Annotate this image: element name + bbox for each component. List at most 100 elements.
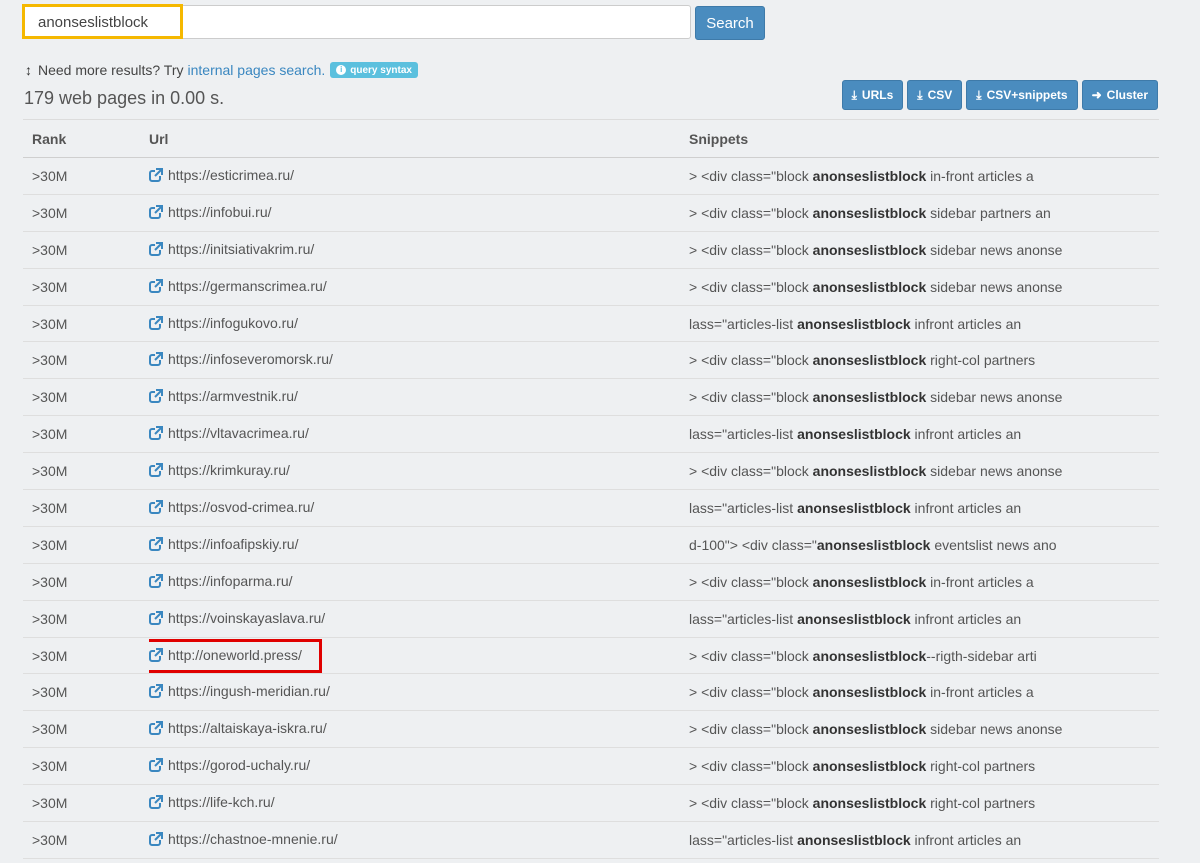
snippet-match: anonseslistblock <box>797 499 911 516</box>
external-link-icon <box>149 831 163 846</box>
rank-cell: >30M <box>23 784 149 823</box>
snippet-suffix: infront articles an <box>910 610 1022 627</box>
rank-cell: >30M <box>23 378 149 417</box>
snippet-match: anonseslistblock <box>812 795 927 812</box>
url-wrapper: https://germanscrimea.ru/ <box>149 278 327 294</box>
url-cell: https://esticrimea.ru/ <box>149 157 689 195</box>
snippet-cell: lass="articles-list anonseslistblock inf… <box>689 600 1159 638</box>
result-url-link[interactable]: https://ingush-meridian.ru/ <box>168 683 330 699</box>
result-url-link[interactable]: http://oneworld.press/ <box>168 647 302 663</box>
cluster-label: Cluster <box>1106 88 1148 102</box>
result-url-link[interactable]: https://chastnoe-mnenie.ru/ <box>168 831 338 847</box>
external-link-icon <box>149 389 163 404</box>
snippet-cell: > <div class="block anonseslistblock rig… <box>689 747 1159 786</box>
query-syntax-badge[interactable]: i query syntax <box>330 62 418 78</box>
snippet-match: anonseslistblock <box>812 573 927 590</box>
rank-cell: >30M <box>23 710 149 749</box>
download-icon: ⤓ <box>976 87 982 102</box>
snippet-match: anonseslistblock <box>797 610 911 627</box>
url-cell: https://vltavacrimea.ru/ <box>149 415 689 454</box>
result-url-link[interactable]: https://esticrimea.ru/ <box>168 167 294 183</box>
snippet-prefix: > <div class="block <box>689 463 813 480</box>
result-url-link[interactable]: https://osvod-crimea.ru/ <box>168 499 314 515</box>
snippet-cell: d-100"> <div class="anonseslistblock eve… <box>689 526 1159 564</box>
result-url-link[interactable]: https://altaiskaya-iskra.ru/ <box>168 720 327 736</box>
url-cell: https://gorod-uchaly.ru/ <box>149 747 689 786</box>
table-row: >30M https://gorod-uchaly.ru/ > <div class… <box>23 747 1159 786</box>
export-toolbar: ⤓ URLs ⤓ CSV ⤓ CSV+snippets ➜ Cluster <box>841 80 1158 110</box>
snippet-match: anonseslistblock <box>812 647 927 664</box>
snippet-suffix: right-col partners <box>926 352 1036 369</box>
rank-cell: >30M <box>23 452 149 491</box>
table-header-row: Rank Url Snippets <box>23 119 1159 158</box>
export-csv-label: CSV <box>927 88 953 102</box>
external-link-icon <box>149 426 163 441</box>
rank-cell: >30M <box>23 600 149 638</box>
result-url-link[interactable]: https://infoafipskiy.ru/ <box>168 536 298 552</box>
snippet-prefix: > <div class="block <box>689 795 813 812</box>
rank-cell: >30M <box>23 415 149 454</box>
result-url-link[interactable]: https://infobui.ru/ <box>168 204 272 220</box>
result-url-link[interactable]: https://infoparma.ru/ <box>168 573 293 589</box>
external-link-icon <box>149 721 163 736</box>
url-cell: http://oneworld.press/ <box>149 637 689 675</box>
result-url-link[interactable]: https://armvestnik.ru/ <box>168 388 298 404</box>
result-url-link[interactable]: https://krimkuray.ru/ <box>168 462 290 478</box>
snippet-prefix: > <div class="block <box>689 647 813 664</box>
snippets-column-header[interactable]: Snippets <box>689 119 1159 158</box>
table-row: >30M https://infoparma.ru/ > <div class="b… <box>23 563 1159 601</box>
search-button[interactable]: Search <box>695 6 765 40</box>
result-url-link[interactable]: https://infoseveromorsk.ru/ <box>168 351 333 367</box>
rank-column-header[interactable]: Rank <box>23 119 149 158</box>
result-url-link[interactable]: https://voinskayaslava.ru/ <box>168 610 325 626</box>
snippet-match: anonseslistblock <box>797 426 911 443</box>
external-link-icon <box>149 499 163 514</box>
external-link-icon <box>149 758 163 773</box>
rank-cell: >30M <box>23 305 149 343</box>
hint-text: Need more results? Try <box>38 62 184 78</box>
url-wrapper: https://vltavacrimea.ru/ <box>149 425 309 441</box>
rank-cell: >30M <box>23 268 149 306</box>
table-row: >30M https://altaiskaya-iskra.ru/ > <div c… <box>23 710 1159 749</box>
result-count: 179 web pages in 0.00 s. <box>24 88 225 108</box>
rank-cell: >30M <box>23 821 149 859</box>
snippet-suffix: sidebar partners an <box>926 204 1051 221</box>
search-input[interactable] <box>24 6 690 38</box>
snippet-suffix: eventslist news ano <box>930 536 1057 553</box>
snippet-match: anonseslistblock <box>812 204 927 221</box>
snippet-prefix: > <div class="block <box>689 204 813 221</box>
more-results-hint: ↕ Need more results? Try internal pages … <box>25 62 418 78</box>
snippet-match: anonseslistblock <box>812 167 927 184</box>
snippet-match: anonseslistblock <box>812 758 927 775</box>
external-link-icon <box>149 463 163 478</box>
result-url-link[interactable]: https://gorod-uchaly.ru/ <box>168 757 310 773</box>
internal-pages-search-link[interactable]: internal pages search. <box>188 62 326 78</box>
url-column-header[interactable]: Url <box>149 119 689 158</box>
export-csv-snippets-button[interactable]: ⤓ CSV+snippets <box>966 80 1078 110</box>
result-url-link[interactable]: https://initsiativakrim.ru/ <box>168 241 314 257</box>
snippet-suffix: in-front articles a <box>926 684 1034 701</box>
result-url-link[interactable]: https://infogukovo.ru/ <box>168 315 298 331</box>
snippet-prefix: > <div class="block <box>689 389 813 406</box>
url-cell: https://altaiskaya-iskra.ru/ <box>149 710 689 749</box>
download-icon: ⤓ <box>917 87 923 102</box>
table-row: >30M http://oneworld.press/ > <div class="… <box>23 637 1159 675</box>
table-row: >30M https://voinskayaslava.ru/lass="arti… <box>23 600 1159 638</box>
result-url-link[interactable]: https://vltavacrimea.ru/ <box>168 425 309 441</box>
snippet-match: anonseslistblock <box>812 684 927 701</box>
url-cell: https://life-kch.ru/ <box>149 784 689 823</box>
snippet-suffix: infront articles an <box>910 499 1022 516</box>
external-link-icon <box>149 536 163 551</box>
table-row: >30M https://armvestnik.ru/ > <div class="… <box>23 378 1159 417</box>
snippet-cell: > <div class="block anonseslistblock sid… <box>689 231 1159 269</box>
export-urls-button[interactable]: ⤓ URLs <box>841 80 904 110</box>
snippet-cell: > <div class="block anonseslistblock sid… <box>689 194 1159 232</box>
cluster-button[interactable]: ➜ Cluster <box>1081 80 1158 110</box>
snippet-suffix: right-col partners <box>926 758 1036 775</box>
result-url-link[interactable]: https://germanscrimea.ru/ <box>168 278 327 294</box>
external-link-icon <box>149 573 163 588</box>
export-csv-button[interactable]: ⤓ CSV <box>907 80 963 110</box>
result-url-link[interactable]: https://life-kch.ru/ <box>168 794 275 810</box>
url-cell: https://voinskayaslava.ru/ <box>149 600 689 638</box>
url-wrapper: https://altaiskaya-iskra.ru/ <box>149 720 327 736</box>
